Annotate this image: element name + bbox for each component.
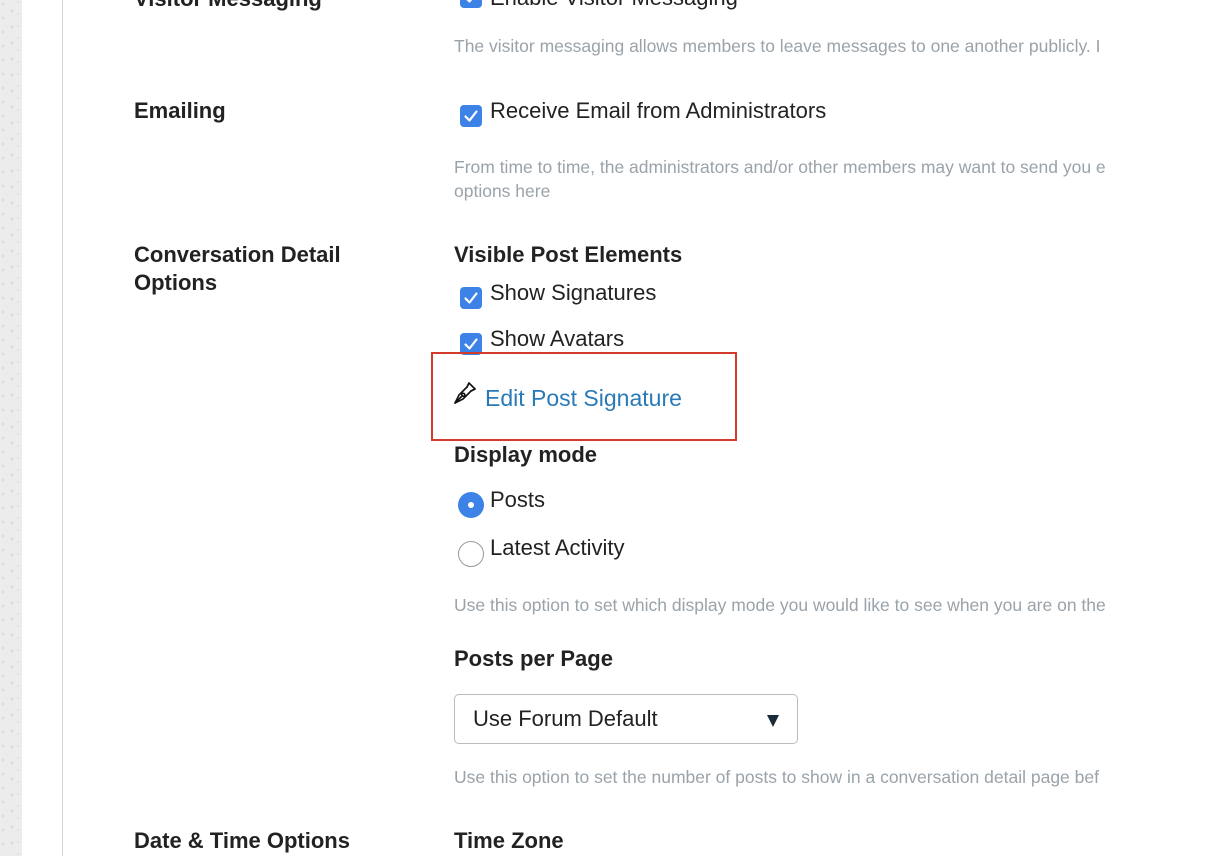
check-icon [464, 110, 478, 122]
display-mode-latest-radio[interactable] [458, 541, 484, 567]
posts-per-page-select[interactable]: Use Forum Default [454, 694, 798, 744]
emailing-help-line1: From time to time, the administrators an… [454, 157, 1106, 177]
display-mode-help: Use this option to set which display mod… [454, 595, 1106, 615]
emailing-help-line2: options here [454, 181, 551, 201]
conversation-options-label-line1: Conversation Detail [134, 242, 341, 267]
display-mode-heading: Display mode [454, 442, 598, 467]
posts-per-page-value: Use Forum Default [473, 706, 658, 731]
posts-per-page-heading: Posts per Page [454, 646, 613, 671]
visitor-messaging-label: Visitor Messaging [134, 0, 322, 13]
visible-post-elements-heading: Visible Post Elements [454, 242, 683, 267]
check-icon [466, 0, 473, 3]
panel-border [62, 0, 63, 856]
emailing-label: Emailing [134, 98, 226, 123]
emailing-option: Receive Email from Administrators [490, 98, 827, 123]
caret-down-icon [767, 715, 779, 727]
emailing-checkbox[interactable] [460, 105, 482, 127]
edit-post-signature-link[interactable]: Edit Post Signature [485, 383, 682, 413]
visitor-messaging-checkbox[interactable] [460, 0, 482, 8]
show-avatars-label: Show Avatars [490, 326, 625, 351]
show-signatures-label: Show Signatures [490, 280, 657, 305]
date-time-options-label: Date & Time Options [134, 828, 350, 853]
display-mode-posts-radio[interactable] [458, 492, 484, 518]
visitor-messaging-option: Enable Visitor Messaging [490, 0, 738, 12]
posts-per-page-help: Use this option to set the number of pos… [454, 767, 1099, 787]
display-mode-latest-label: Latest Activity [490, 535, 625, 560]
show-signatures-checkbox[interactable] [460, 287, 482, 309]
time-zone-heading: Time Zone [454, 828, 564, 853]
pen-nib-icon [452, 380, 478, 408]
display-mode-posts-label: Posts [490, 487, 546, 512]
page-background-strip [0, 0, 22, 856]
visitor-messaging-help: The visitor messaging allows members to … [454, 36, 1101, 56]
check-icon [464, 292, 478, 304]
conversation-options-label-line2: Options [134, 270, 218, 295]
